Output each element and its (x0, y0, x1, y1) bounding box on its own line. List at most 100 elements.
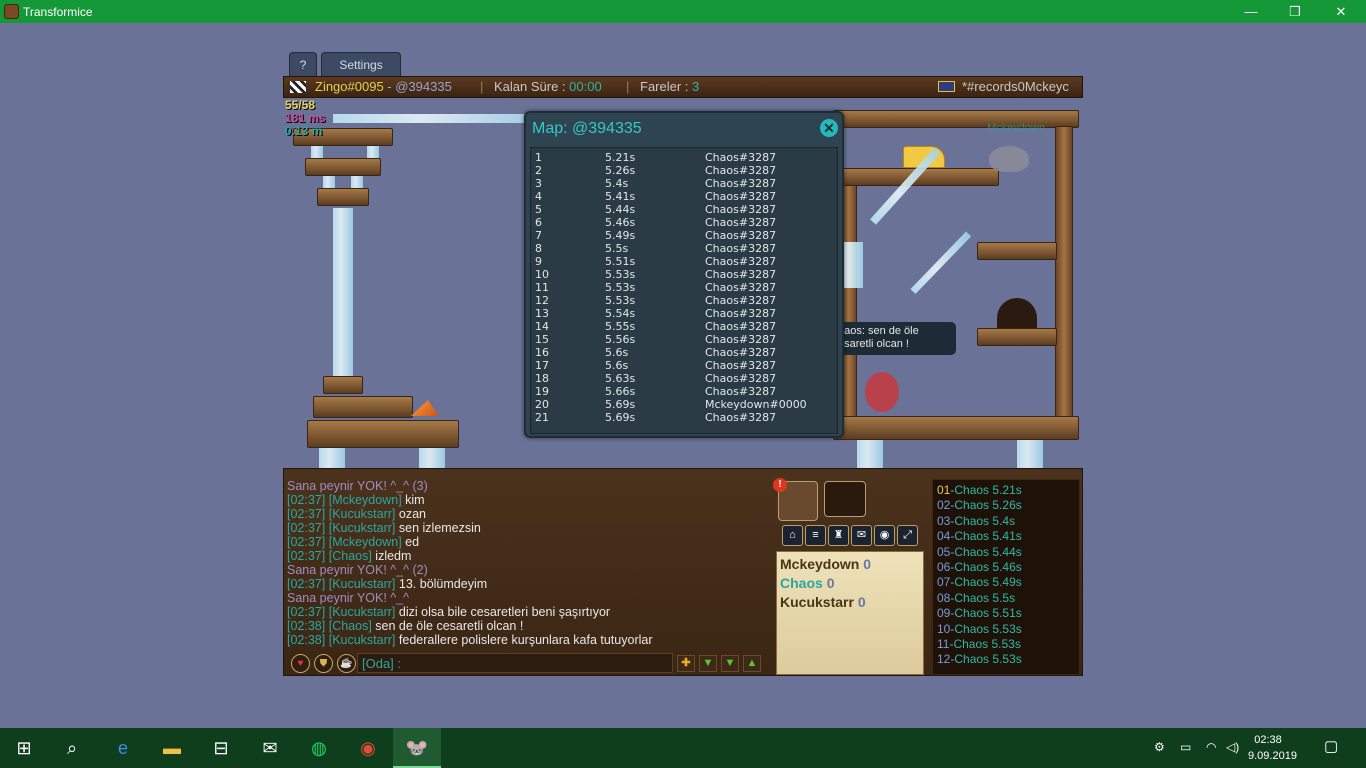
player-list: Mckeydown 0 Chaos 0 Kucukstarr 0 (776, 551, 924, 675)
chat-nickname[interactable]: [Kucukstarr] (329, 633, 396, 647)
record-player: Chaos#3287 (705, 164, 777, 177)
arrow-down-icon[interactable]: ▼ (699, 655, 717, 672)
record-row: 20 5.69s Mckeydown#0000 (531, 398, 839, 411)
score-player: Chaos (954, 621, 990, 636)
search-icon[interactable]: ⌕ (48, 728, 96, 768)
record-row: 18 5.63s Chaos#3287 (531, 372, 839, 385)
player-mouse-sprite (865, 372, 899, 412)
alert-icon[interactable]: ! (773, 478, 787, 492)
chat-message: Sana peynir YOK! ^_^ (287, 591, 409, 605)
chat-message: [02:38] [Chaos] sen de öle cesaretli olc… (287, 619, 767, 633)
taskbar-clock[interactable]: 02:38 9.09.2019 (1248, 732, 1297, 764)
mail-icon[interactable]: ✉ (246, 728, 294, 768)
record-time: 5.63s (605, 372, 636, 385)
chat-bubble-line: haos: sen de öle (838, 325, 919, 337)
score-player: Chaos (954, 606, 990, 621)
chat-text: kim (405, 493, 425, 507)
chat-nickname[interactable]: [Kucukstarr] (329, 507, 396, 521)
score-player: Chaos (954, 513, 990, 528)
shop-items-icon[interactable] (824, 481, 866, 517)
record-rank: 13 (535, 307, 549, 320)
player-entry[interactable]: Mckeydown 0 (780, 556, 871, 574)
file-explorer-icon[interactable]: ▬ (148, 728, 196, 768)
list-icon[interactable]: ≡ (805, 525, 826, 546)
scoreboard-row: 09-Chaos 5.51s (937, 606, 1022, 621)
player-entry[interactable]: Chaos 0 (780, 575, 834, 593)
edge-icon[interactable]: e (99, 728, 147, 768)
score-player: Chaos (954, 575, 990, 590)
chat-nickname[interactable]: [Kucukstarr] (329, 577, 396, 591)
score-time: 5.21s (992, 483, 1022, 497)
divider: | (626, 79, 630, 94)
chat-nickname[interactable]: [Mckeydown] (329, 493, 402, 507)
record-player: Chaos#3287 (705, 203, 777, 216)
volume-icon[interactable]: ◁) (1226, 740, 1239, 754)
steam-icon[interactable]: ⚙ (1154, 740, 1165, 754)
chat-nickname[interactable]: [Mckeydown] (329, 535, 402, 549)
wood-plank (313, 396, 413, 418)
record-row: 14 5.55s Chaos#3287 (531, 320, 839, 333)
chat-nickname[interactable]: [Chaos] (329, 619, 372, 633)
record-player: Chaos#3287 (705, 307, 777, 320)
plus-icon[interactable]: ✚ (677, 655, 695, 672)
score-player: Chaos (953, 637, 989, 651)
score-rank: 06 (937, 560, 951, 574)
score-rank: 02 (937, 498, 951, 513)
chat-timestamp: [02:37] (287, 577, 326, 591)
store-icon[interactable]: ⊟ (197, 728, 245, 768)
record-time: 5.6s (605, 346, 629, 359)
record-row: 15 5.56s Chaos#3287 (531, 333, 839, 346)
settings-tab[interactable]: Settings (321, 52, 401, 77)
score-player: Chaos (954, 498, 990, 513)
score-player: Chaos (954, 590, 990, 605)
chat-message: [02:37] [Kucukstarr] dizi olsa bile cesa… (287, 605, 767, 619)
record-row: 13 5.54s Chaos#3287 (531, 307, 839, 320)
close-button[interactable]: ✕ (1318, 0, 1364, 23)
record-rank: 19 (535, 385, 549, 398)
record-row: 9 5.51s Chaos#3287 (531, 255, 839, 268)
record-rank: 9 (535, 255, 542, 268)
records-close-button[interactable]: ✕ (820, 119, 838, 137)
record-time: 5.69s (605, 411, 636, 424)
heart-icon[interactable]: ♥ (291, 654, 310, 673)
battery-icon[interactable]: ▭ (1180, 740, 1191, 754)
ice-block (367, 146, 379, 158)
wardrobe-icon[interactable]: ♜ (828, 525, 849, 546)
home-icon[interactable]: ⌂ (782, 525, 803, 546)
minimize-button[interactable]: — (1228, 0, 1274, 23)
record-time: 5.21s (605, 151, 636, 164)
notifications-icon[interactable]: ▢ (1324, 737, 1338, 755)
record-rank: 15 (535, 333, 549, 346)
record-row: 16 5.6s Chaos#3287 (531, 346, 839, 359)
chrome-icon[interactable]: ◉ (344, 728, 392, 768)
record-player: Chaos#3287 (705, 385, 777, 398)
chat-input[interactable] (357, 653, 673, 673)
maximize-button[interactable]: ❐ (1272, 0, 1318, 23)
chat-message: [02:37] [Mckeydown] kim (287, 493, 767, 507)
score-player: Chaos (954, 544, 990, 559)
spotify-icon[interactable]: ◍ (295, 728, 343, 768)
record-time: 5.6s (605, 359, 629, 372)
record-time: 5.5s (605, 242, 629, 255)
record-player: Chaos#3287 (705, 359, 777, 372)
help-tab[interactable]: ? (289, 52, 317, 77)
shield-icon[interactable]: ⛊ (314, 654, 333, 673)
score-rank: 10 (937, 621, 951, 636)
chat-nickname[interactable]: [Chaos] (329, 549, 372, 563)
chat-icon[interactable]: ✉ (851, 525, 872, 546)
arrow-down-icon[interactable]: ▼ (721, 655, 739, 672)
discord-icon[interactable]: ◉ (874, 525, 895, 546)
arrow-up-icon[interactable]: ▲ (743, 655, 761, 672)
tribe-icon[interactable]: ☕ (337, 654, 356, 673)
transformice-taskbar-icon[interactable]: 🐭 (393, 728, 441, 768)
record-player: Chaos#3287 (705, 372, 777, 385)
chat-nickname[interactable]: [Kucukstarr] (329, 521, 396, 535)
fullscreen-icon[interactable]: ⤢ (897, 525, 918, 546)
wifi-icon[interactable]: ◠ (1206, 740, 1216, 754)
record-rank: 21 (535, 411, 549, 424)
windows-start-icon[interactable]: ⊞ (0, 728, 48, 768)
player-entry[interactable]: Kucukstarr 0 (780, 594, 866, 612)
dash-separator: - (383, 79, 396, 94)
chat-nickname[interactable]: [Kucukstarr] (329, 605, 396, 619)
chat-timestamp: [02:37] (287, 535, 326, 549)
